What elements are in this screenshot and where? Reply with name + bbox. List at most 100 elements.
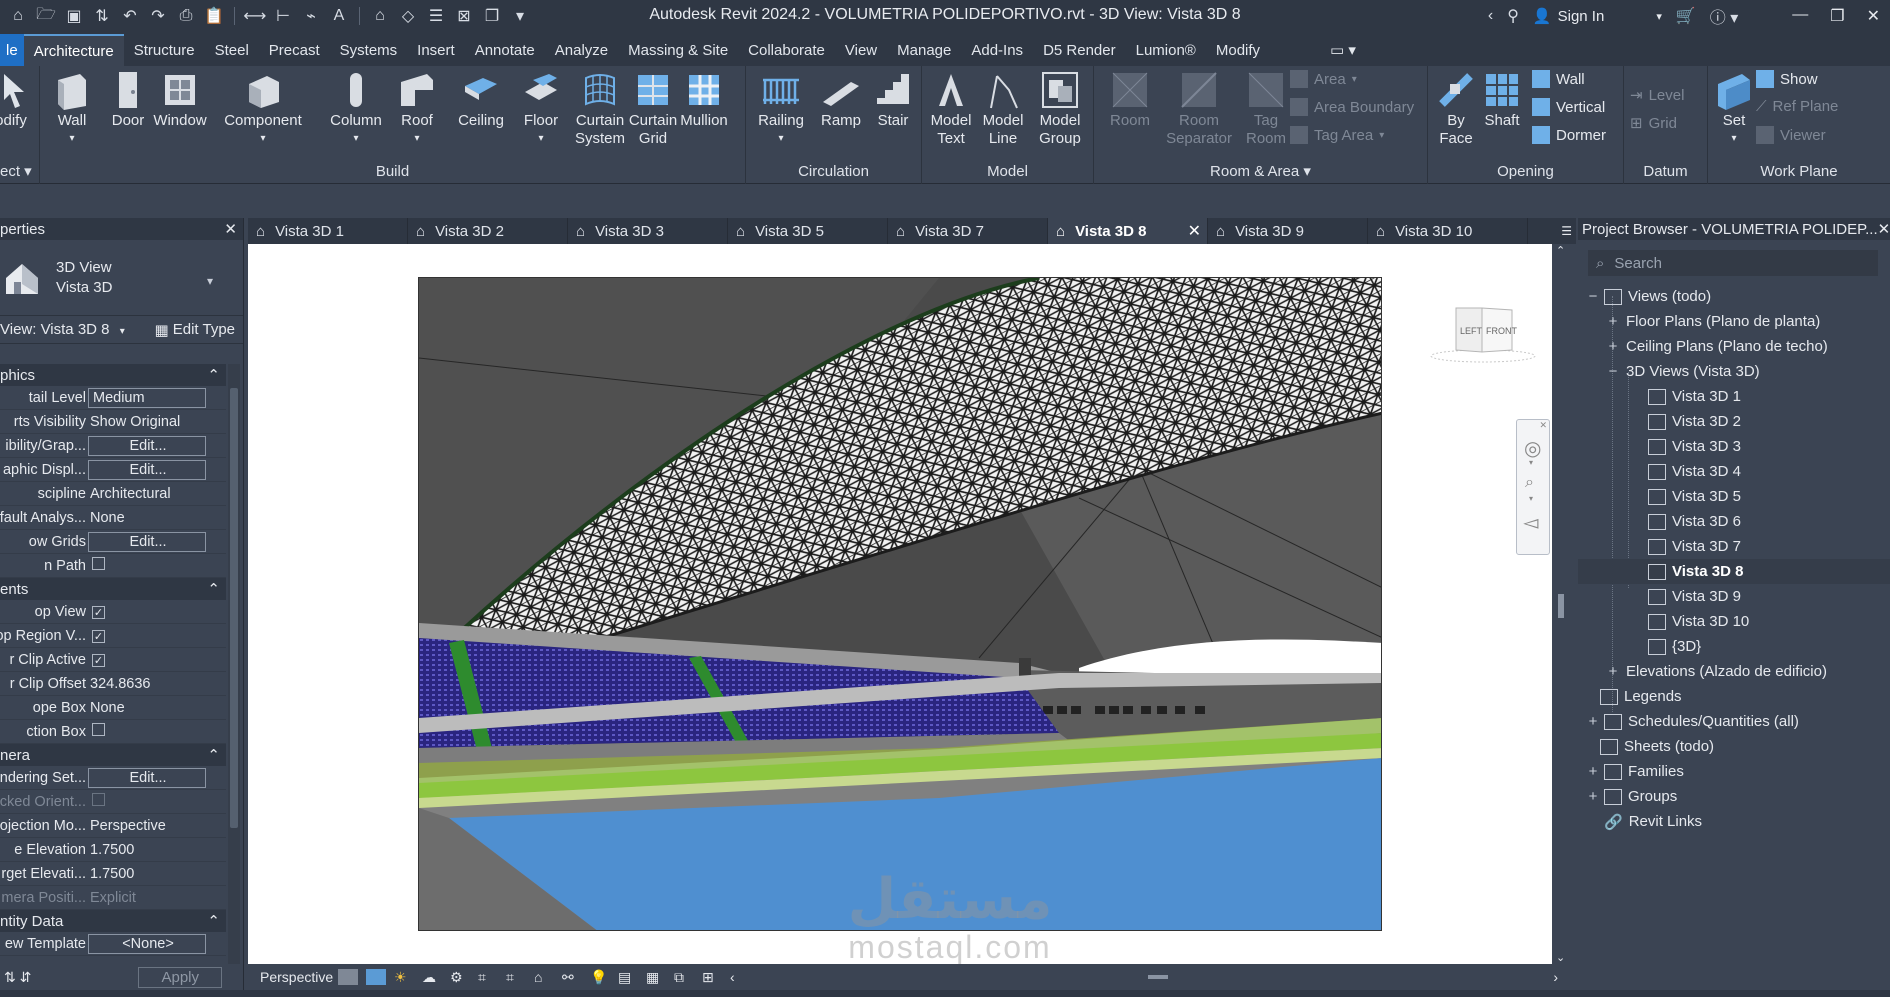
drawing-area[interactable]: LEFT FRONT ✕ ◎ ▾ ⌕ ▾ ◅	[248, 244, 1552, 964]
tab-insert[interactable]: Insert	[407, 34, 465, 66]
worksharing-icon[interactable]: ▦	[646, 969, 666, 985]
model-group-button[interactable]: Model Group	[1032, 70, 1088, 148]
analytical-model-icon[interactable]: ⧉	[674, 969, 694, 985]
tab-manage[interactable]: Manage	[887, 34, 961, 66]
section-box-checkbox[interactable]	[92, 723, 105, 736]
section-camera[interactable]: nera ⌃	[0, 744, 226, 766]
roof-button[interactable]: Roof ▾	[392, 70, 442, 148]
view-tab-vista-3d-1[interactable]: ⌂ Vista 3D 1	[248, 218, 408, 244]
tab-d5-render[interactable]: D5 Render	[1033, 34, 1126, 66]
view-tab-vista-3d-8[interactable]: ⌂ Vista 3D 8 ✕	[1048, 218, 1208, 244]
crop-view-icon[interactable]: ⌗	[478, 969, 498, 985]
tab-file[interactable]: le	[0, 34, 24, 66]
fly-icon[interactable]: ◅	[1523, 510, 1538, 535]
tab-precast[interactable]: Precast	[259, 34, 330, 66]
chevron-up-icon[interactable]: ⌃	[1556, 244, 1565, 257]
area-boundary-button[interactable]: Area Boundary	[1290, 98, 1414, 116]
viewcube-front-label[interactable]: FRONT	[1486, 326, 1517, 336]
temporary-view-icon[interactable]: ▤	[618, 969, 638, 985]
show-grids-edit-button[interactable]: Edit...	[88, 531, 206, 552]
section-icon[interactable]: ◇	[396, 4, 420, 28]
grid-button[interactable]: ⊞ Grid	[1630, 114, 1677, 133]
view-tab-vista-3d-10[interactable]: ⌂ Vista 3D 10	[1368, 218, 1528, 244]
tree-vista-3d-5[interactable]: Vista 3D 5	[1578, 484, 1890, 509]
shaft-button[interactable]: Shaft	[1480, 70, 1524, 130]
tab-architecture[interactable]: Architecture	[23, 34, 124, 66]
text-icon[interactable]: A	[327, 4, 351, 28]
section-identity-data[interactable]: ntity Data ⌃	[0, 910, 226, 932]
tag-area-button[interactable]: Tag Area ▾	[1290, 126, 1384, 144]
far-clip-active-checkbox[interactable]: ✓	[92, 653, 105, 667]
stair-button[interactable]: Stair	[870, 70, 916, 130]
section-graphics[interactable]: phics ⌃	[0, 364, 226, 386]
tree-vista-3d-10[interactable]: Vista 3D 10	[1578, 609, 1890, 634]
chevron-down-icon[interactable]: ⌄	[1556, 951, 1565, 964]
visibility-graphics-edit-button[interactable]: Edit...	[88, 435, 206, 456]
scope-box-value[interactable]: None	[88, 700, 226, 716]
far-clip-offset-value[interactable]: 324.8636	[88, 676, 226, 692]
sign-in-button[interactable]: 👤 Sign In ▾	[1533, 7, 1662, 26]
vertical-opening-button[interactable]: Vertical	[1532, 98, 1605, 116]
dormer-button[interactable]: Dormer	[1532, 126, 1606, 144]
sort-icon[interactable]: ⇅ ⇵	[4, 969, 31, 986]
tree-groups[interactable]: + Groups	[1578, 784, 1890, 809]
temporary-hide-icon[interactable]: ⚯	[562, 969, 582, 985]
detail-level-icon[interactable]	[338, 969, 358, 985]
chevron-left-icon[interactable]: ‹	[1488, 7, 1493, 25]
tree-ceiling-plans[interactable]: + Ceiling Plans (Plano de techo)	[1578, 334, 1890, 359]
sync-icon[interactable]: ⇅	[90, 4, 114, 28]
component-button[interactable]: Component ▾	[218, 70, 308, 148]
clipboard-icon[interactable]: 📋	[202, 4, 226, 28]
modify-button[interactable]: odify	[0, 70, 34, 130]
area-button[interactable]: Area ▾	[1290, 70, 1357, 88]
graphic-display-edit-button[interactable]: Edit...	[88, 459, 206, 480]
projection-label[interactable]: Perspective	[260, 969, 333, 985]
lock-view-icon[interactable]: ⌂	[534, 969, 554, 985]
apply-button[interactable]: Apply	[138, 966, 222, 988]
eye-elevation-value[interactable]: 1.7500	[88, 842, 226, 858]
tree-legends[interactable]: Legends	[1578, 684, 1890, 709]
wall-button[interactable]: Wall ▾	[50, 70, 94, 148]
tree-vista-3d-3[interactable]: Vista 3D 3	[1578, 434, 1890, 459]
switch-windows-icon[interactable]: ❐	[480, 4, 504, 28]
binoculars-icon[interactable]: ⚲	[1507, 6, 1519, 26]
tree-floor-plans[interactable]: + Floor Plans (Plano de planta)	[1578, 309, 1890, 334]
discipline-value[interactable]: Architectural	[88, 486, 226, 502]
dimension-icon[interactable]: ⊢	[271, 4, 295, 28]
measure-icon[interactable]: ⟷	[243, 4, 267, 28]
ramp-button[interactable]: Ramp	[816, 70, 866, 130]
close-icon[interactable]: ✕	[224, 220, 237, 238]
expand-icon[interactable]: +	[1586, 713, 1600, 730]
tab-lumion[interactable]: Lumion®	[1126, 34, 1206, 66]
expand-icon[interactable]: +	[1606, 663, 1620, 680]
expand-icon[interactable]: +	[1606, 338, 1620, 355]
chevron-down-icon[interactable]: ▾	[1529, 494, 1533, 503]
tab-collaborate[interactable]: Collaborate	[738, 34, 835, 66]
view-tab-vista-3d-5[interactable]: ⌂ Vista 3D 5	[728, 218, 888, 244]
view-instance-selector[interactable]: View: Vista 3D 8 ▾	[0, 321, 125, 338]
cart-icon[interactable]: 🛒	[1676, 6, 1696, 26]
chevron-down-icon[interactable]: ▾	[1529, 458, 1533, 467]
type-selector[interactable]: 3D View Vista 3D ▾	[0, 240, 243, 316]
view-template-button[interactable]: <None>	[88, 933, 206, 954]
by-face-button[interactable]: By Face	[1434, 70, 1478, 148]
tree-3d-views[interactable]: −3D Views (Vista 3D)	[1578, 359, 1890, 384]
expand-icon[interactable]: +	[1586, 788, 1600, 805]
tree-vista-3d-2[interactable]: Vista 3D 2	[1578, 409, 1890, 434]
help-icon[interactable]: ⓘ ▾	[1710, 4, 1738, 28]
expand-icon[interactable]: +	[1586, 763, 1600, 780]
save-icon[interactable]: ▣	[62, 4, 86, 28]
expand-icon[interactable]: +	[1606, 313, 1620, 330]
ref-plane-button[interactable]: ⟋ Ref Plane	[1756, 98, 1838, 115]
close-icon[interactable]: ✕	[1867, 6, 1880, 26]
room-button[interactable]: Room	[1102, 70, 1158, 130]
print-icon[interactable]: ⎙	[174, 4, 198, 28]
reveal-hidden-icon[interactable]: 💡	[590, 969, 610, 985]
highlight-icon[interactable]: ⊞	[702, 969, 722, 985]
room-separator-button[interactable]: Room Separator	[1156, 70, 1242, 148]
close-hidden-icon[interactable]: ⊠	[452, 4, 476, 28]
viewer-button[interactable]: Viewer	[1756, 126, 1826, 144]
wall-opening-button[interactable]: Wall	[1532, 70, 1585, 88]
tree-revit-links[interactable]: 🔗 Revit Links	[1578, 809, 1890, 834]
home-icon[interactable]: ⌂	[6, 4, 30, 28]
